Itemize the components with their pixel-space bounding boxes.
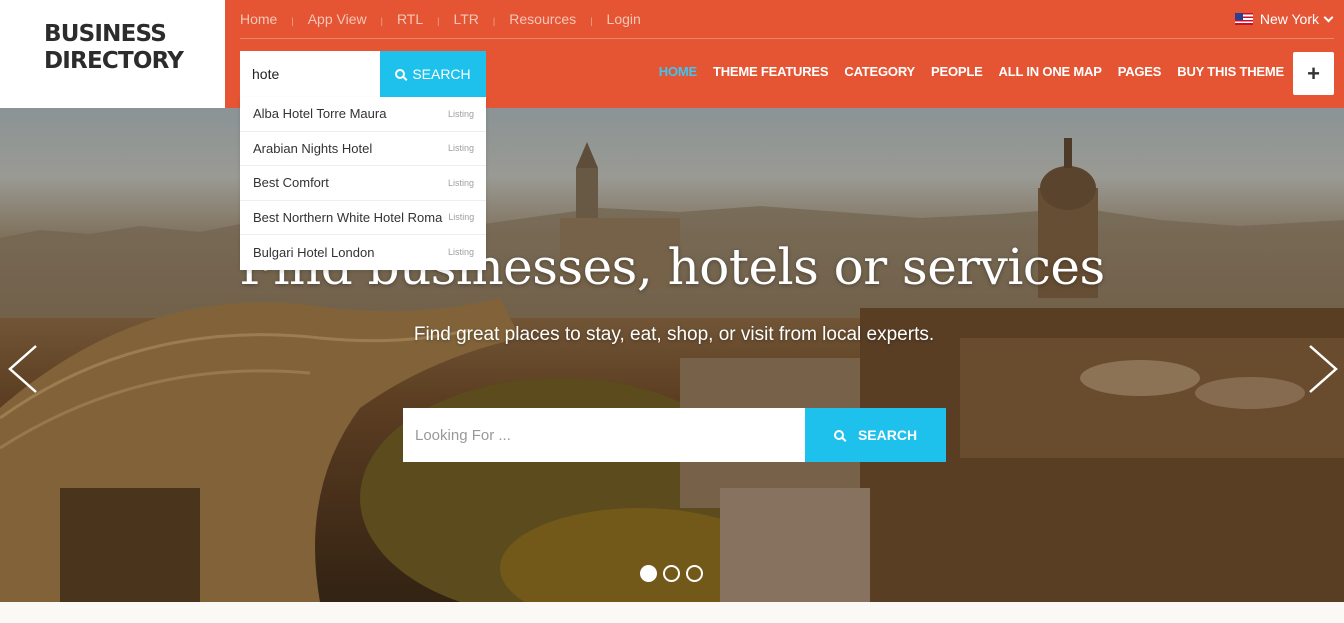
add-listing-button[interactable]: + <box>1293 52 1334 95</box>
top-link-ltr[interactable]: LTR <box>454 11 479 27</box>
top-separator: | <box>380 16 383 26</box>
slider-dot-3[interactable] <box>686 565 703 582</box>
header-divider <box>240 38 1334 39</box>
chevron-right-icon[interactable] <box>1302 344 1342 394</box>
autocomplete-item-type: Listing <box>447 247 474 258</box>
page-content-start <box>0 602 1344 623</box>
logo[interactable]: BUSINESS DIRECTORY <box>0 0 225 108</box>
main-nav: HOME THEME FEATURES CATEGORY PEOPLE ALL … <box>643 64 1284 79</box>
top-separator: | <box>492 16 496 26</box>
top-links: Home | App View | RTL | LTR | Resources … <box>240 0 641 38</box>
autocomplete-item-name: Bulgari Hotel London <box>253 244 375 260</box>
chevron-down-icon <box>1323 12 1334 22</box>
logo-text: BUSINESS DIRECTORY <box>44 21 184 75</box>
header-search-button[interactable]: SEARCH <box>380 51 486 97</box>
nav-item-all-in-one-map[interactable]: ALL IN ONE MAP <box>999 64 1102 79</box>
nav-item-category[interactable]: CATEGORY <box>844 64 915 79</box>
autocomplete-item-name: Best Northern White Hotel Roma <box>253 209 443 225</box>
autocomplete-item[interactable]: Best Northern White Hotel Roma Listing <box>240 201 486 235</box>
top-link-login[interactable]: Login <box>607 11 641 27</box>
hero-title: Find businesses, hotels or services <box>239 238 1105 296</box>
slider-dot-2[interactable] <box>663 565 680 582</box>
nav-item-people[interactable]: PEOPLE <box>931 64 983 79</box>
logo-line-2: DIRECTORY <box>44 48 184 74</box>
search-icon <box>833 430 844 440</box>
autocomplete-item[interactable]: Bulgari Hotel London Listing <box>240 235 486 270</box>
slider-pagination <box>640 565 709 582</box>
nav-item-buy-this-theme[interactable]: BUY THIS THEME <box>1177 64 1284 79</box>
search-autocomplete: Alba Hotel Torre Maura Listing Arabian N… <box>240 97 486 270</box>
header-search-button-label: SEARCH <box>412 66 471 82</box>
hero-search-button-label: SEARCH <box>857 427 918 443</box>
autocomplete-item-type: Listing <box>447 177 474 188</box>
autocomplete-item-type: Listing <box>447 108 474 119</box>
hero-search-input[interactable] <box>403 408 805 462</box>
top-link-app-view[interactable]: App View <box>308 11 367 27</box>
top-link-home[interactable]: Home <box>240 11 277 27</box>
autocomplete-item[interactable]: Alba Hotel Torre Maura Listing <box>240 97 486 132</box>
autocomplete-item[interactable]: Arabian Nights Hotel Listing <box>240 132 486 166</box>
autocomplete-item[interactable]: Best Comfort Listing <box>240 166 486 201</box>
autocomplete-item-name: Alba Hotel Torre Maura <box>253 106 387 122</box>
hero-search-button[interactable]: SEARCH <box>805 408 946 462</box>
logo-line-1: BUSINESS <box>44 21 167 47</box>
header-search: SEARCH <box>240 51 486 97</box>
nav-item-pages[interactable]: PAGES <box>1118 64 1162 79</box>
top-link-resources[interactable]: Resources <box>509 11 576 27</box>
autocomplete-item-type: Listing <box>447 143 474 154</box>
autocomplete-item-type: Listing <box>448 212 475 223</box>
top-separator: | <box>437 16 440 26</box>
city-name: New York <box>1259 11 1319 27</box>
search-icon <box>395 69 406 79</box>
site-header: BUSINESS DIRECTORY Home | App View | RTL… <box>0 0 1344 108</box>
hero-subtitle: Find great places to stay, eat, shop, or… <box>413 324 935 345</box>
top-separator: | <box>590 16 593 26</box>
autocomplete-item-name: Arabian Nights Hotel <box>253 140 373 156</box>
hero-search: SEARCH <box>403 408 946 462</box>
top-separator: | <box>291 16 294 26</box>
autocomplete-item-name: Best Comfort <box>253 175 329 191</box>
header-search-input[interactable] <box>240 51 380 97</box>
nav-item-theme-features[interactable]: THEME FEATURES <box>713 64 829 79</box>
top-link-rtl[interactable]: RTL <box>397 11 423 27</box>
hero-slider <box>0 108 1344 602</box>
slider-dot-1[interactable] <box>640 565 657 582</box>
city-selector[interactable]: New York <box>1234 11 1334 27</box>
nav-item-home[interactable]: HOME <box>659 64 697 79</box>
hero-overlay <box>0 108 1344 602</box>
us-flag-icon <box>1234 13 1253 25</box>
plus-icon: + <box>1307 60 1320 86</box>
chevron-left-icon[interactable] <box>4 344 44 394</box>
